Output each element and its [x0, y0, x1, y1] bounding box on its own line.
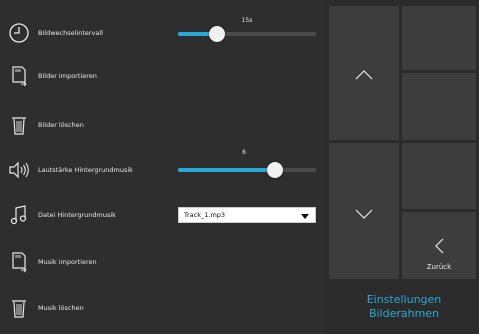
- settings-panel: Bildwechselintervall 15s Bilder importie…: [0, 0, 326, 334]
- page-title-line-1: Einstellungen: [366, 293, 442, 306]
- chevron-left-icon: [435, 238, 444, 254]
- import-images-label: Bilder importieren: [38, 72, 97, 80]
- import-card-icon: [8, 251, 30, 273]
- delete-images-label: Bilder löschen: [38, 121, 84, 129]
- interval-slider[interactable]: [178, 25, 316, 43]
- volume-slider[interactable]: [178, 161, 316, 179]
- speaker-icon: [8, 159, 30, 181]
- chevron-down-icon: [355, 209, 373, 219]
- music-file-selected: Track_1.mp3: [184, 211, 226, 219]
- slider-thumb[interactable]: [266, 162, 283, 178]
- interval-label: Bildwechselintervall: [38, 29, 103, 37]
- volume-value: 6: [242, 149, 246, 156]
- slider-thumb[interactable]: [208, 26, 225, 42]
- grid-tile-right-2: [402, 73, 476, 140]
- music-file-select[interactable]: Track_1.mp3: [178, 207, 316, 223]
- music-note-icon: [8, 204, 30, 226]
- grid-tile-top-right: [402, 6, 476, 70]
- import-music-label: Musik importieren: [38, 258, 97, 266]
- scroll-down-button[interactable]: [329, 143, 399, 279]
- delete-images-button[interactable]: Bilder löschen: [0, 105, 326, 145]
- delete-music-label: Musik löschen: [38, 304, 84, 312]
- music-file-label: Datei Hintergrundmusik: [38, 211, 116, 219]
- chevron-up-icon: [355, 70, 373, 80]
- interval-value: 15s: [241, 17, 253, 24]
- trash-icon: [8, 114, 30, 136]
- import-card-icon: [8, 65, 30, 87]
- trash-icon: [8, 297, 30, 319]
- scroll-up-button[interactable]: [329, 6, 399, 140]
- clock-icon: [8, 22, 30, 44]
- delete-music-button[interactable]: Musik löschen: [0, 288, 326, 328]
- back-label: Zurück: [426, 263, 452, 271]
- import-music-button[interactable]: Musik importieren: [0, 242, 326, 282]
- volume-label: Lautstärke Hintergrundmusik: [38, 166, 133, 174]
- grid-tile-right-3: [402, 143, 476, 209]
- import-images-button[interactable]: Bilder importieren: [0, 56, 326, 96]
- chevron-down-icon: [301, 214, 309, 219]
- page-title-line-2: Bilderahmen: [368, 307, 440, 320]
- back-button[interactable]: Zurück: [402, 212, 476, 279]
- slider-fill: [178, 168, 275, 172]
- page-title: Einstellungen Bilderahmen: [329, 282, 479, 334]
